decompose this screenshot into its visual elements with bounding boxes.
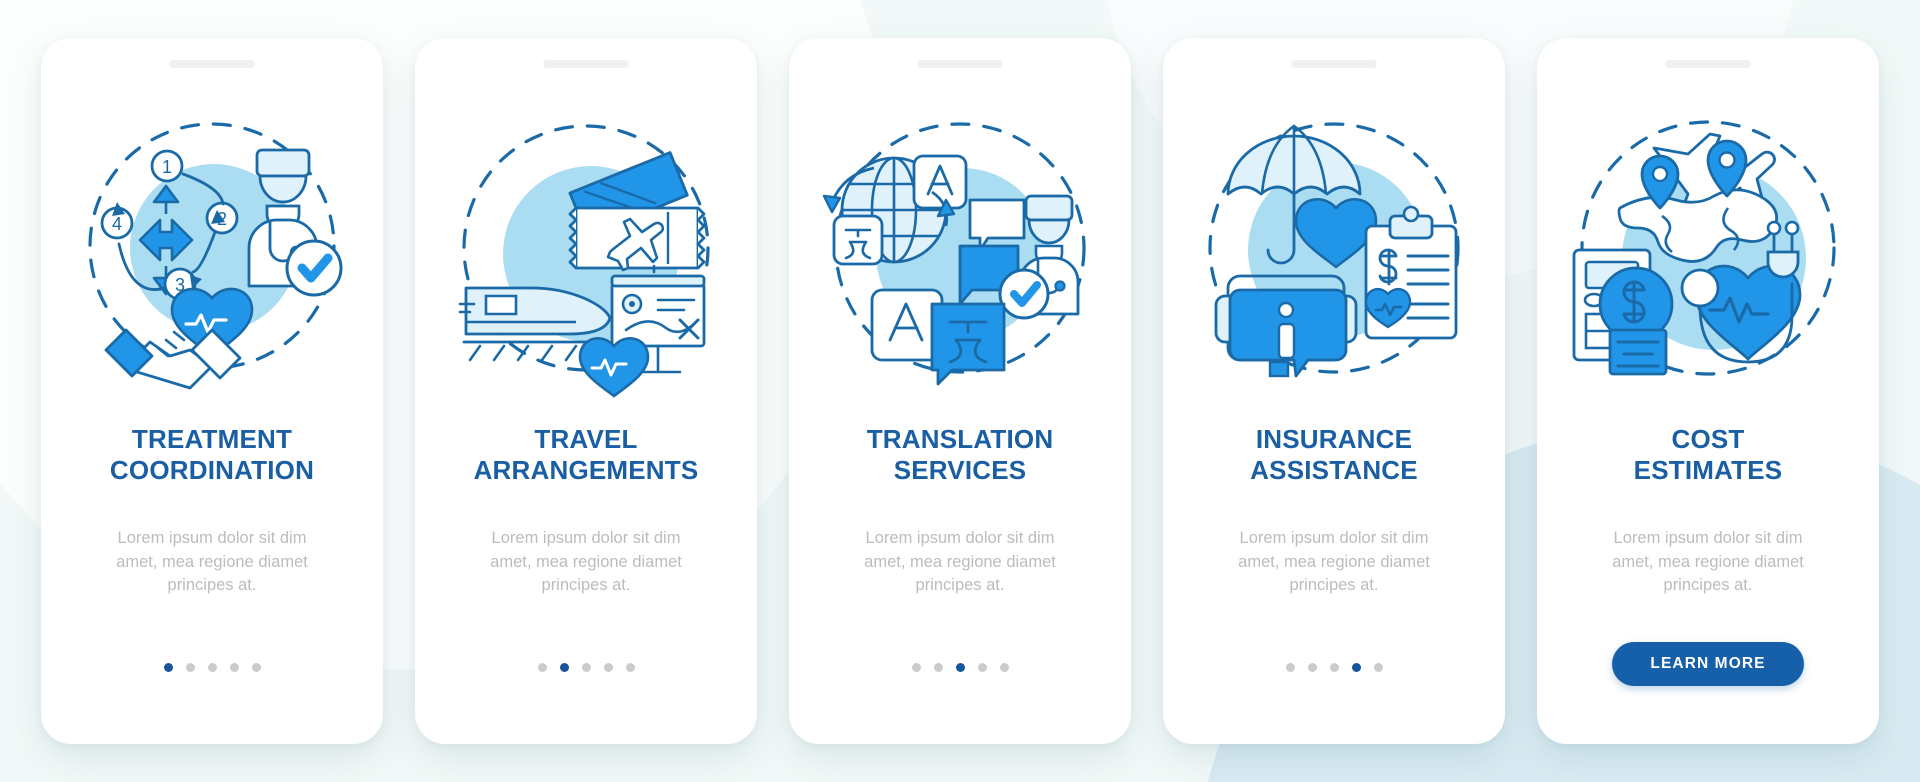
pagination-dot[interactable] xyxy=(933,663,943,672)
card-description: Lorem ipsum dolor sit dim amet, mea regi… xyxy=(864,529,1056,595)
card-title: TREATMENT COORDINATION xyxy=(62,424,362,485)
pagination-dots[interactable] xyxy=(1285,663,1383,672)
pagination-dot[interactable] xyxy=(559,663,569,672)
svg-text:1: 1 xyxy=(162,157,172,177)
card-description: Lorem ipsum dolor sit dim amet, mea regi… xyxy=(116,529,308,595)
pagination-dot[interactable] xyxy=(999,663,1009,672)
card-title-line: SERVICES xyxy=(893,454,1027,485)
cost-estimates-illustration xyxy=(1558,98,1858,398)
pagination-dot[interactable] xyxy=(1307,663,1317,672)
pagination-dot[interactable] xyxy=(185,663,195,672)
card-title-line: TREATMENT xyxy=(131,424,293,454)
onboarding-card-travel-arrangements[interactable]: TRAVEL ARRANGEMENTS Lorem ipsum dolor si… xyxy=(415,38,757,744)
card-title-line: INSURANCE xyxy=(1255,424,1413,454)
pagination-dot[interactable] xyxy=(207,663,217,672)
pagination-dot[interactable] xyxy=(1329,663,1339,672)
onboarding-card-treatment-coordination[interactable]: 1 2 3 4 xyxy=(41,38,383,744)
phone-speaker-notch xyxy=(169,60,255,68)
pagination-dot[interactable] xyxy=(537,663,547,672)
pagination-dot[interactable] xyxy=(603,663,613,672)
card-title-line: COORDINATION xyxy=(109,454,315,485)
card-title-line: ESTIMATES xyxy=(1633,454,1783,485)
pagination-dots[interactable] xyxy=(911,663,1009,672)
onboarding-card-cost-estimates[interactable]: COST ESTIMATES Lorem ipsum dolor sit dim… xyxy=(1537,38,1879,744)
onboarding-card-translation-services[interactable]: TRANSLATION SERVICES Lorem ipsum dolor s… xyxy=(789,38,1131,744)
phone-speaker-notch xyxy=(1665,60,1751,68)
pagination-dot[interactable] xyxy=(229,663,239,672)
pagination-dot[interactable] xyxy=(911,663,921,672)
learn-more-button[interactable]: LEARN MORE xyxy=(1612,642,1804,686)
card-title: INSURANCE ASSISTANCE xyxy=(1184,424,1484,485)
pagination-dots[interactable] xyxy=(163,663,261,672)
pagination-dots[interactable] xyxy=(537,663,635,672)
insurance-assistance-illustration xyxy=(1184,98,1484,398)
pagination-dot[interactable] xyxy=(977,663,987,672)
pagination-dot[interactable] xyxy=(163,663,173,672)
translation-services-illustration xyxy=(810,98,1110,398)
treatment-coordination-illustration: 1 2 3 4 xyxy=(62,98,362,398)
card-title: COST ESTIMATES xyxy=(1558,424,1858,485)
phone-speaker-notch xyxy=(543,60,629,68)
pagination-dot[interactable] xyxy=(581,663,591,672)
card-description: Lorem ipsum dolor sit dim amet, mea regi… xyxy=(1612,529,1804,595)
pagination-dot[interactable] xyxy=(1373,663,1383,672)
phone-speaker-notch xyxy=(1291,60,1377,68)
card-title: TRAVEL ARRANGEMENTS xyxy=(436,424,736,485)
card-title-line: TRANSLATION xyxy=(866,424,1054,454)
card-title: TRANSLATION SERVICES xyxy=(810,424,1110,485)
onboarding-screens-rail: 1 2 3 4 xyxy=(0,0,1920,782)
card-description: Lorem ipsum dolor sit dim amet, mea regi… xyxy=(1238,529,1430,595)
card-description: Lorem ipsum dolor sit dim amet, mea regi… xyxy=(490,529,682,595)
card-title-line: ASSISTANCE xyxy=(1250,454,1418,485)
svg-text:4: 4 xyxy=(112,214,122,234)
pagination-dot[interactable] xyxy=(1351,663,1361,672)
pagination-dot[interactable] xyxy=(955,663,965,672)
pagination-dot[interactable] xyxy=(251,663,261,672)
card-title-line: TRAVEL xyxy=(534,424,638,454)
travel-arrangements-illustration xyxy=(436,98,736,398)
pagination-dot[interactable] xyxy=(1285,663,1295,672)
onboarding-card-insurance-assistance[interactable]: INSURANCE ASSISTANCE Lorem ipsum dolor s… xyxy=(1163,38,1505,744)
card-title-line: COST xyxy=(1671,424,1745,454)
card-title-line: ARRANGEMENTS xyxy=(473,454,699,485)
phone-speaker-notch xyxy=(917,60,1003,68)
pagination-dot[interactable] xyxy=(625,663,635,672)
